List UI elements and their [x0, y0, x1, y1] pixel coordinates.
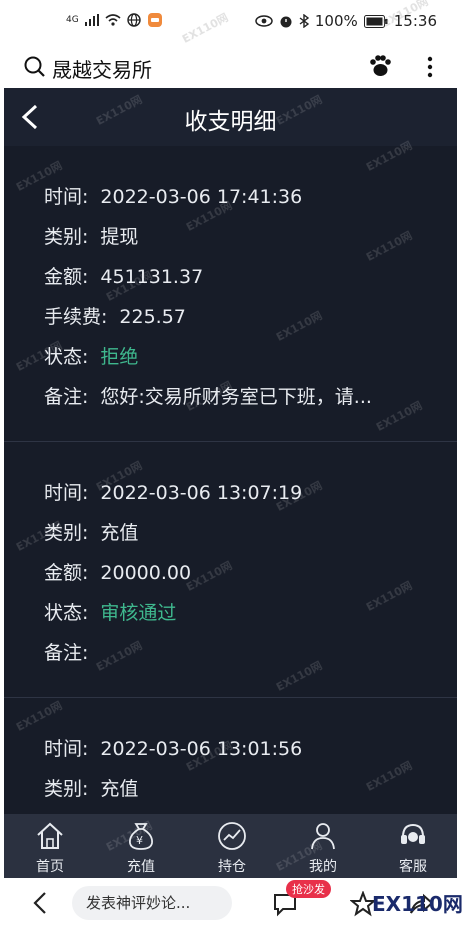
record-row-time: 时间: 2022-03-06 13:07:19 — [44, 478, 302, 505]
record-row-time: 时间: 2022-03-06 17:41:36 — [44, 182, 302, 209]
row-label: 状态: — [44, 602, 89, 624]
record-row-amount: 金额: 20000.00 — [44, 558, 191, 585]
screen-header: 收支明细 — [4, 88, 457, 146]
clock: 15:36 — [393, 12, 437, 30]
record-row-status: 状态: 审核通过 — [44, 598, 176, 625]
tab-label: 首页 — [36, 859, 64, 875]
bottom-tab-bar: 首页 ¥ 充值 持仓 我的 客服 — [4, 814, 457, 878]
home-icon — [37, 822, 63, 849]
row-value: 20000.00 — [100, 562, 192, 584]
status-bar: 4G 100% 15:36 — [0, 0, 465, 46]
row-label: 时间: — [44, 186, 89, 208]
sofa-badge: 抢沙发 — [286, 880, 331, 898]
row-value: 您好:交易所财务室已下班，请... — [100, 386, 372, 408]
globe-icon — [127, 13, 141, 27]
record-row-note: 备注: 您好:交易所财务室已下班，请... — [44, 382, 372, 409]
tab-mine[interactable]: 我的 — [288, 814, 358, 878]
row-label: 金额: — [44, 562, 89, 584]
status-left: 4G — [66, 12, 163, 28]
row-value: 225.57 — [119, 306, 186, 328]
eye-icon — [255, 15, 273, 27]
svg-text:¥: ¥ — [136, 834, 143, 847]
record-card[interactable]: 时间: 2022-03-06 17:41:36 类别: 提现 金额: 451131.3… — [4, 146, 457, 442]
record-row-amount: 金额: 451131.37 — [44, 262, 203, 289]
back-icon[interactable] — [30, 891, 50, 915]
paw-icon[interactable] — [368, 54, 392, 78]
more-menu-icon[interactable] — [420, 52, 440, 82]
row-value: 充值 — [100, 522, 139, 544]
wifi-icon — [105, 14, 121, 26]
row-value: 2022-03-06 17:41:36 — [100, 186, 303, 208]
search-icon[interactable] — [24, 56, 46, 78]
row-label: 金额: — [44, 266, 89, 288]
row-label: 类别: — [44, 522, 89, 544]
record-row-type: 类别: 充值 — [44, 774, 138, 801]
row-label: 类别: — [44, 226, 89, 248]
record-row-time: 时间: 2022-03-06 13:01:56 — [44, 734, 302, 761]
message-app-icon — [147, 13, 162, 27]
record-card[interactable]: 时间: 2022-03-06 13:07:19 类别: 充值 金额: 20000.00… — [4, 442, 457, 698]
record-row-type: 类别: 充值 — [44, 518, 138, 545]
row-label: 类别: — [44, 778, 89, 800]
row-label: 状态: — [44, 346, 89, 368]
row-value: 451131.37 — [100, 266, 204, 288]
record-row-fee: 手续费: 225.57 — [44, 302, 186, 329]
status-value: 审核通过 — [100, 602, 177, 624]
status-value: 拒绝 — [100, 346, 139, 368]
record-row-status: 状态: 拒绝 — [44, 342, 138, 369]
app-bar: 晟越交易所 — [0, 46, 465, 88]
record-row-type: 类别: 提现 — [44, 222, 138, 249]
battery-percent: 100% — [314, 12, 358, 30]
money-bag-icon: ¥ — [129, 823, 153, 850]
row-value: 2022-03-06 13:01:56 — [100, 738, 303, 760]
user-icon — [311, 823, 335, 850]
row-label: 时间: — [44, 738, 89, 760]
tab-label: 我的 — [309, 859, 337, 875]
headset-icon — [401, 823, 425, 844]
bluetooth-icon — [299, 14, 309, 28]
row-label: 时间: — [44, 482, 89, 504]
row-value: 提现 — [100, 226, 139, 248]
row-label: 备注: — [44, 386, 89, 408]
network-label: 4G — [66, 15, 79, 25]
tab-holdings[interactable]: 持仓 — [197, 814, 267, 878]
battery-icon — [363, 14, 388, 28]
tab-home[interactable]: 首页 — [15, 814, 85, 878]
row-value: 2022-03-06 13:07:19 — [100, 482, 303, 504]
tab-support[interactable]: 客服 — [378, 814, 448, 878]
tab-recharge[interactable]: ¥ 充值 — [106, 814, 176, 878]
signal-icon — [84, 14, 99, 26]
record-row-note: 备注: — [44, 638, 100, 665]
status-right: 100% 15:36 — [255, 12, 437, 30]
page-title: 收支明细 — [184, 109, 277, 135]
alarm-icon — [280, 16, 292, 28]
app-screen: 收支明细 时间: 2022-03-06 17:41:36 类别: 提现 金额: 451… — [4, 88, 457, 878]
comment-input[interactable]: 发表神评妙论... — [72, 886, 232, 920]
row-label: 手续费: — [44, 306, 108, 328]
tab-label: 客服 — [399, 859, 427, 875]
app-title[interactable]: 晟越交易所 — [52, 54, 152, 83]
tab-label: 持仓 — [218, 859, 246, 875]
site-logo: EX110网 — [372, 892, 463, 916]
chart-icon — [218, 822, 246, 850]
row-label: 备注: — [44, 642, 89, 664]
row-value: 充值 — [100, 778, 139, 800]
tab-label: 充值 — [127, 859, 155, 875]
